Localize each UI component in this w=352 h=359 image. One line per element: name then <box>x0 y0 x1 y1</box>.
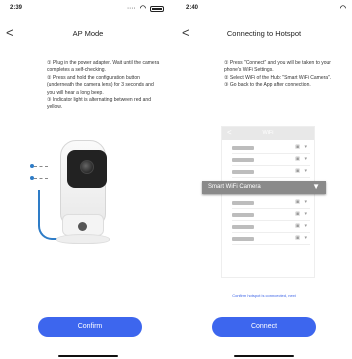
wifi-settings-illustration: < WiFi ▣ ▾ ▣ ▾ ▣ ▾ ▣ ▾ ▣ ▾ ▣ ▾ ▣ ▾ <box>221 126 315 278</box>
status-time: 2:40 <box>186 5 199 11</box>
wifi-signal-icon: ▾ <box>304 235 307 241</box>
wifi-settings-header: < WiFi <box>222 127 314 140</box>
camera-stand <box>56 234 110 244</box>
lock-icon: ▣ <box>295 235 300 241</box>
instructions: ① Plug in the power adapter. Wait until … <box>47 60 162 112</box>
instruction-step-2: ② Press and hold the configuration butto… <box>47 74 154 96</box>
instructions: ① Press "Connect" and you will be taken … <box>224 60 344 90</box>
home-indicator <box>234 355 294 357</box>
lock-icon: ▣ <box>295 168 300 174</box>
wifi-signal-icon: ▾ <box>304 211 307 217</box>
instruction-step-3: ③ Indicator light is alternating between… <box>47 97 151 111</box>
hint-text: Confirm hotspot is conncected, next <box>232 293 296 298</box>
wifi-network-row: ▣ ▾ <box>232 168 310 178</box>
confirm-button[interactable]: Confirm <box>38 317 142 337</box>
nav-bar: < AP Mode <box>0 25 176 42</box>
lock-icon: ▣ <box>295 223 300 229</box>
wifi-network-row: ▣ ▾ <box>232 211 310 221</box>
indicator-pointer-line <box>34 166 48 167</box>
wifi-network-row: ▣ ▾ <box>232 156 310 166</box>
home-indicator <box>58 355 118 357</box>
wifi-network-row: ▣ ▾ <box>232 223 310 233</box>
status-bar: 2:39 ···· ◠ <box>0 4 176 14</box>
wifi-signal-icon: ▾ <box>304 168 307 174</box>
wifi-icon: ◠ <box>339 5 346 12</box>
status-time: 2:39 <box>10 5 23 11</box>
signal-icon: ···· <box>127 6 136 12</box>
smart-wifi-camera-network: Smart WiFi Camera ▼ <box>202 181 326 194</box>
connect-button[interactable]: Connect <box>212 317 316 337</box>
instruction-step-3: ③ Go back to the App after connection. <box>224 82 311 89</box>
battery-icon <box>150 6 164 12</box>
lock-icon: ▣ <box>295 199 300 205</box>
lens-pointer-line <box>34 178 48 179</box>
wifi-signal-icon: ▾ <box>304 144 307 150</box>
lock-icon: ▣ <box>295 211 300 217</box>
camera-lens <box>80 160 94 174</box>
wifi-signal-icon: ▾ <box>304 199 307 205</box>
lock-icon: ▣ <box>295 144 300 150</box>
status-bar: 2:40 ◠ <box>176 4 352 14</box>
instruction-step-1: ① Press "Connect" and you will be taken … <box>224 60 331 74</box>
wifi-signal-icon: ▾ <box>304 156 307 162</box>
page-title: AP Mode <box>72 29 104 38</box>
indicator-pointer-dot <box>30 164 34 168</box>
lens-pointer-dot <box>30 176 34 180</box>
wifi-signal-icon: ▼ <box>312 182 320 191</box>
instruction-step-2: ② Select WiFi of the Hub: "Smart WiFi Ca… <box>224 74 332 81</box>
page-title: Connecting to Hotspot <box>226 29 302 38</box>
config-button <box>78 222 87 231</box>
wifi-signal-icon: ▾ <box>304 223 307 229</box>
instruction-step-1: ① Plug in the power adapter. Wait until … <box>47 60 160 74</box>
connecting-hotspot-screen: 2:40 ◠ < Connecting to Hotspot ① Press "… <box>176 0 352 359</box>
ap-mode-screen: 2:39 ···· ◠ < AP Mode ① Plug in the powe… <box>0 0 176 359</box>
wifi-settings-title: WiFi <box>262 130 274 136</box>
nav-bar: < Connecting to Hotspot <box>176 25 352 42</box>
wifi-network-row: ▣ ▾ <box>232 199 310 209</box>
camera-illustration <box>30 140 126 260</box>
wifi-icon: ◠ <box>139 5 146 12</box>
wifi-network-row: ▣ ▾ <box>232 235 310 245</box>
wifi-network-row: ▣ ▾ <box>232 144 310 154</box>
lock-icon: ▣ <box>295 156 300 162</box>
network-name: Smart WiFi Camera <box>208 184 261 190</box>
